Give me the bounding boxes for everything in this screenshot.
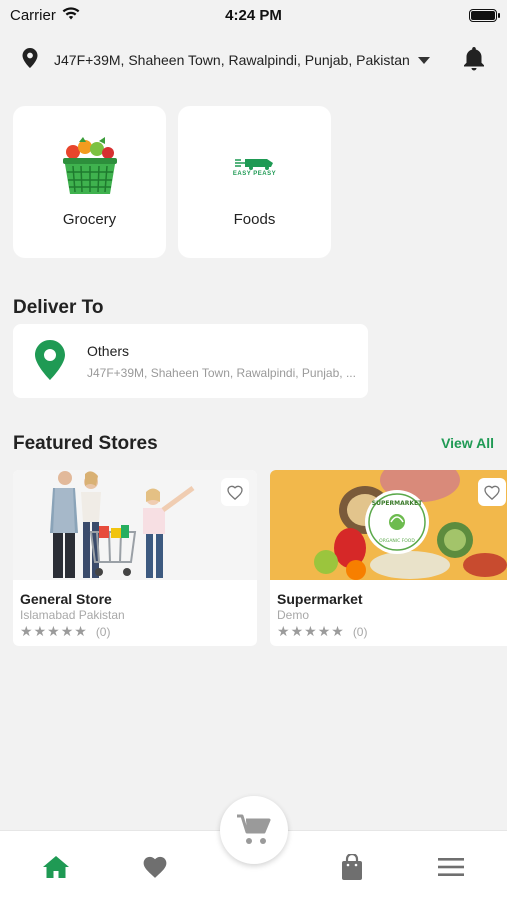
deliver-name: Others [87, 343, 130, 359]
bag-icon[interactable] [338, 853, 366, 881]
cart-button[interactable] [220, 796, 288, 864]
category-label: Foods [233, 211, 276, 228]
star-icon: ★ [331, 623, 344, 639]
star-icon: ★ [304, 623, 317, 639]
favorite-button[interactable] [221, 478, 249, 506]
current-address[interactable]: J47F+39M, Shaheen Town, Rawalpindi, Punj… [54, 52, 410, 68]
store-location: Demo [277, 608, 310, 622]
easy-peasy-logo: EASY PEASY [233, 136, 277, 196]
category-grocery[interactable]: Grocery [13, 106, 166, 258]
star-icon: ★ [20, 623, 33, 639]
star-icon: ★ [33, 623, 47, 639]
featured-stores-title: Featured Stores [13, 433, 158, 454]
supermarket-badge-text: SUPERMARKET [372, 500, 423, 507]
store-rating: ★ ★ ★ ★ ★ (0) [20, 623, 110, 640]
star-icon: ★ [277, 623, 290, 639]
store-card-general-store[interactable]: General Store Islamabad Pakistan ★ ★ ★ ★ ★ (… [13, 470, 257, 646]
store-rating: ★ ★ ★ ★ ★ (0) [277, 623, 367, 640]
star-icon: ★ [60, 623, 74, 639]
star-icon: ★ [74, 623, 87, 639]
store-card-supermarket[interactable]: SUPERMARKET ORGANIC FOOD Supermarket Dem… [270, 470, 507, 646]
status-bar: Carrier 4:24 PM [0, 0, 507, 30]
store-name: General Store [20, 591, 112, 607]
heart-outline-icon [227, 485, 243, 500]
deliver-address: J47F+39M, Shaheen Town, Rawalpindi, Punj… [87, 366, 356, 380]
location-pin-icon [35, 340, 65, 385]
favorite-button[interactable] [478, 478, 506, 506]
menu-icon[interactable] [437, 853, 465, 881]
view-all-link[interactable]: View All [441, 435, 494, 451]
home-icon[interactable] [42, 853, 70, 881]
star-icon: ★ [290, 623, 304, 639]
store-image: SUPERMARKET ORGANIC FOOD [270, 470, 507, 580]
caret-down-icon[interactable] [417, 56, 430, 64]
easy-peasy-logo-text: EASY PEASY [232, 170, 277, 177]
battery-icon [469, 8, 500, 22]
deliver-address-card[interactable]: Others J47F+39M, Shaheen Town, Rawalpind… [13, 324, 368, 398]
deliver-to-title: Deliver To [13, 297, 104, 318]
heart-icon[interactable] [141, 853, 169, 881]
rating-count: (0) [95, 624, 111, 639]
store-location: Islamabad Pakistan [20, 608, 125, 622]
carrier-label: Carrier [10, 6, 56, 24]
grocery-basket-icon [59, 136, 121, 196]
wifi-icon [62, 6, 80, 24]
category-foods[interactable]: EASY PEASY Foods [178, 106, 331, 258]
cart-icon [237, 814, 271, 844]
status-left: Carrier [10, 7, 80, 24]
location-pin-icon [22, 47, 38, 73]
address-selector[interactable]: J47F+39M, Shaheen Town, Rawalpindi, Punj… [0, 42, 507, 78]
bell-icon[interactable] [463, 47, 485, 76]
star-icon: ★ [47, 623, 60, 639]
category-label: Grocery [62, 211, 117, 228]
rating-count: (0) [352, 624, 368, 639]
organic-food-badge-text: ORGANIC FOOD [379, 538, 415, 544]
heart-outline-icon [484, 485, 500, 500]
star-icon: ★ [317, 623, 331, 639]
store-name: Supermarket [277, 591, 363, 607]
